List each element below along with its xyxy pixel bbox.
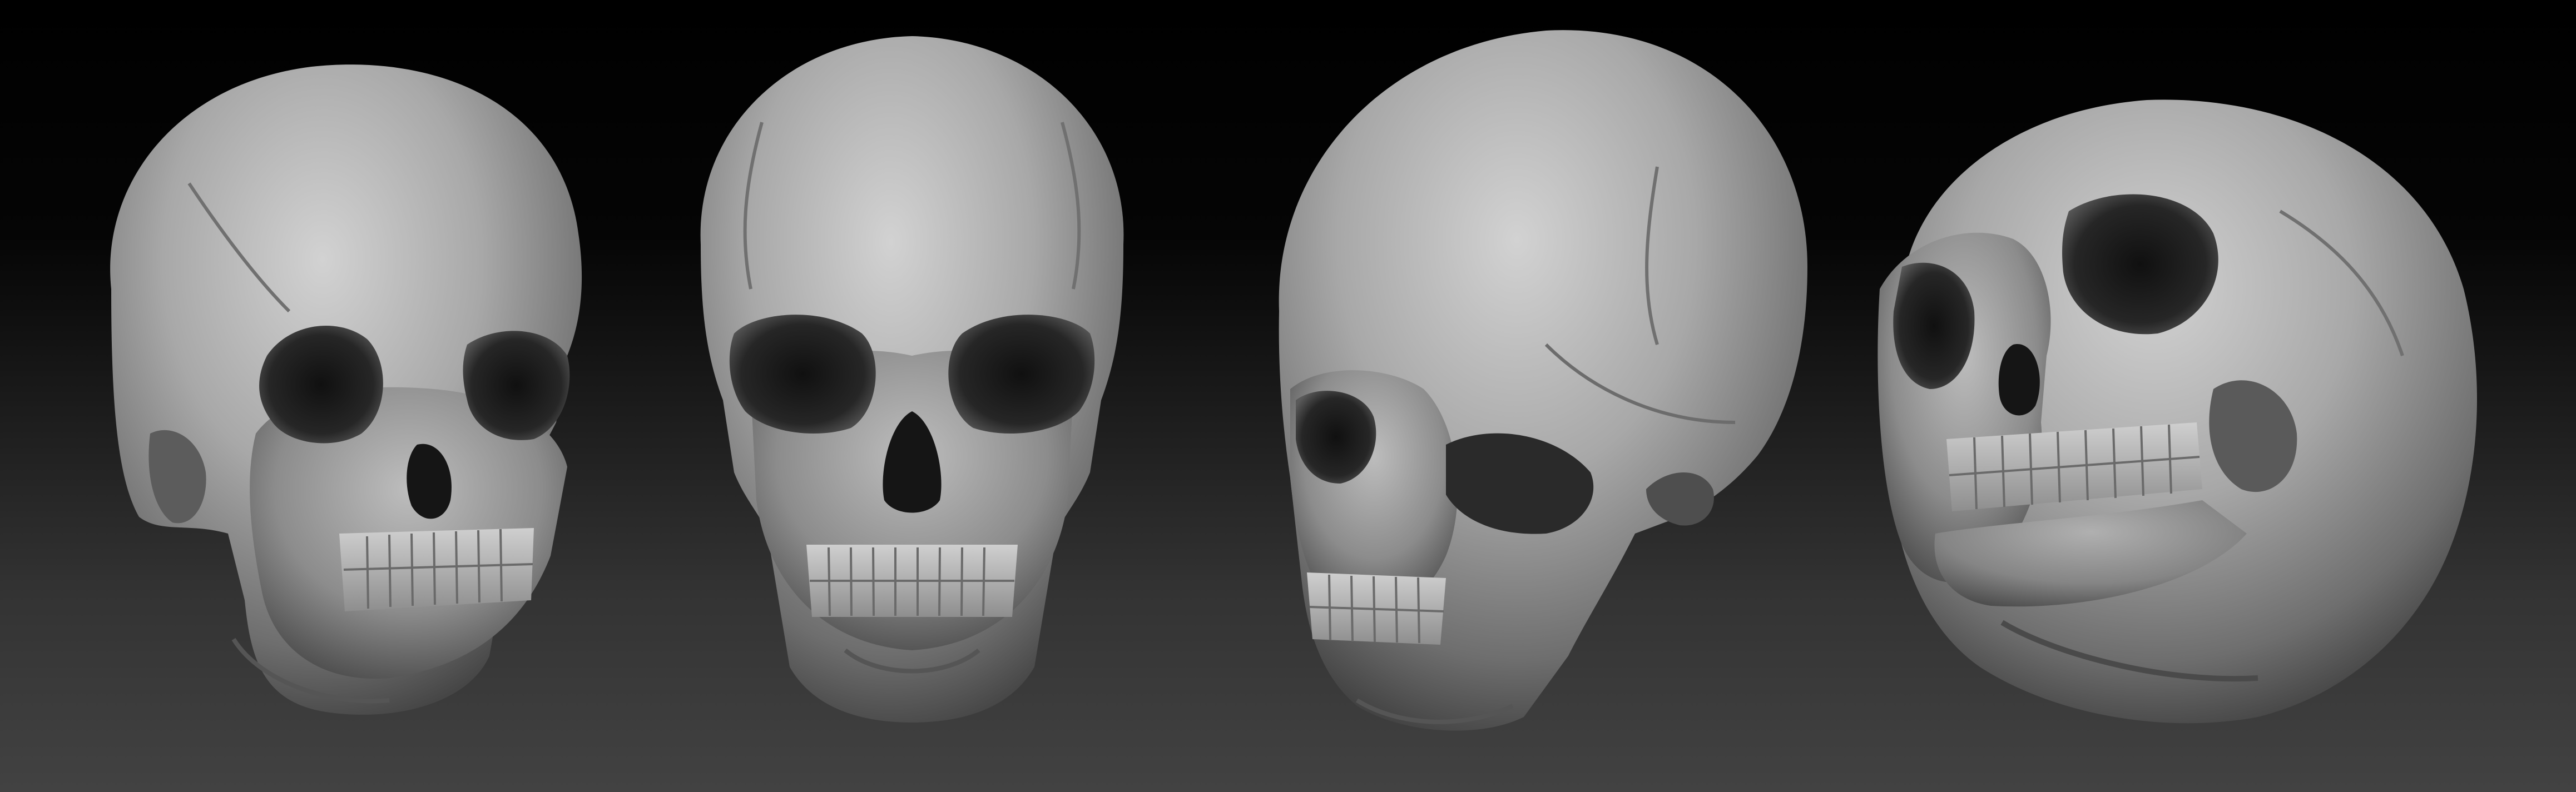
skull-view-front — [678, 0, 1146, 792]
render-viewport — [0, 0, 2576, 792]
skull-view-tilted — [1857, 0, 2491, 792]
skull-view-three-quarter — [78, 0, 612, 792]
skull-view-side — [1257, 0, 1813, 792]
